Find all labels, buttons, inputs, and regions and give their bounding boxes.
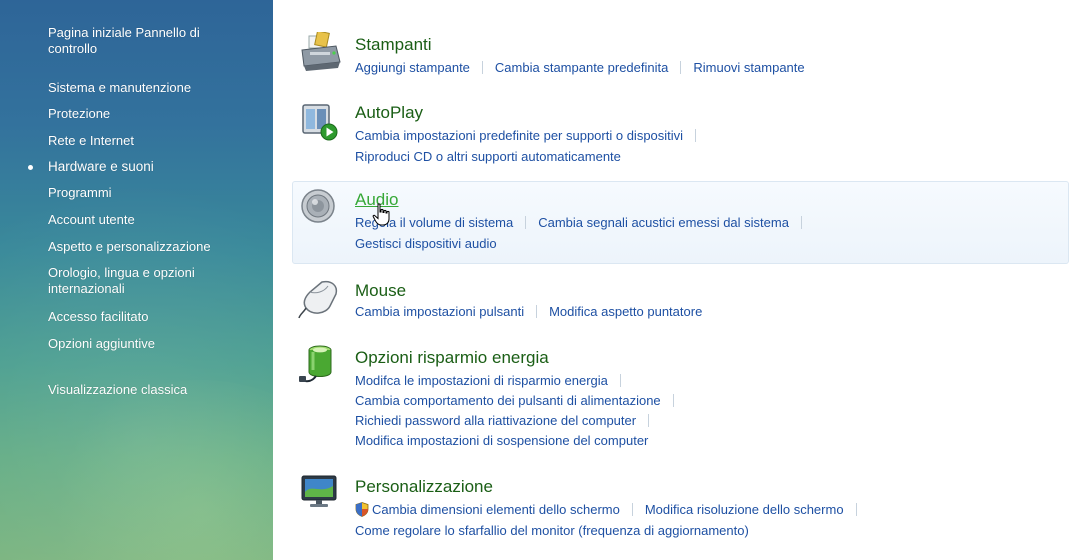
power-task-line-2: Cambia comportamento dei pulsanti di ali…	[355, 392, 686, 409]
manage-audio-devices-link[interactable]: Gestisci dispositivi audio	[355, 236, 497, 251]
change-system-sounds-link[interactable]: Cambia segnali acustici emessi dal siste…	[538, 215, 789, 230]
separator	[619, 374, 621, 387]
sidebar-item-network-internet[interactable]: Rete e Internet	[48, 133, 248, 149]
sidebar-item-hardware-sound[interactable]: Hardware e suoni	[48, 159, 248, 175]
change-sleep-settings-link[interactable]: Modifica impostazioni di sospensione del…	[355, 433, 648, 448]
selected-bullet-icon	[28, 165, 33, 170]
play-cd-automatically-link[interactable]: Riproduci CD o altri supporti automatica…	[355, 149, 621, 164]
remove-printer-link[interactable]: Rimuovi stampante	[693, 60, 804, 75]
personalization-title[interactable]: Personalizzazione	[355, 477, 493, 497]
power-task-line-3: Richiedi password alla riattivazione del…	[355, 412, 661, 429]
sidebar-item-programs[interactable]: Programmi	[48, 185, 248, 201]
printer-icon[interactable]	[298, 30, 342, 76]
sidebar-item-system-maintenance[interactable]: Sistema e manutenzione	[48, 80, 248, 96]
autoplay-title[interactable]: AutoPlay	[355, 103, 423, 123]
audio-task-line-2: Gestisci dispositivi audio	[355, 235, 497, 252]
separator	[695, 129, 697, 142]
sidebar-item-appearance[interactable]: Aspetto e personalizzazione	[48, 239, 248, 255]
sidebar-item-additional-options[interactable]: Opzioni aggiuntive	[48, 336, 248, 352]
change-power-buttons-link[interactable]: Cambia comportamento dei pulsanti di ali…	[355, 393, 661, 408]
audio-task-line-1: Regola il volume di sistema Cambia segnal…	[355, 214, 814, 231]
mouse-icon[interactable]	[298, 276, 342, 320]
change-autoplay-defaults-link[interactable]: Cambia impostazioni predefinite per supp…	[355, 128, 683, 143]
sidebar-item-control-panel-home[interactable]: Pagina iniziale Pannello di controllo	[48, 25, 248, 57]
change-screen-element-size-link[interactable]: Cambia dimensioni elementi dello schermo	[372, 502, 620, 517]
battery-icon[interactable]	[298, 342, 342, 386]
separator	[536, 305, 538, 318]
control-panel-sidebar: Pagina iniziale Pannello di controllo Si…	[0, 0, 273, 560]
mouse-title[interactable]: Mouse	[355, 281, 406, 301]
change-default-printer-link[interactable]: Cambia stampante predefinita	[495, 60, 668, 75]
speaker-icon[interactable]	[298, 186, 342, 230]
autoplay-task-line-1: Cambia impostazioni predefinite per supp…	[355, 127, 708, 144]
separator	[631, 503, 633, 516]
personalization-task-line-2: Come regolare lo sfarfallio del monitor …	[355, 522, 749, 539]
uac-shield-icon	[355, 502, 369, 521]
hand-cursor-icon	[372, 203, 392, 232]
separator	[800, 216, 802, 229]
mouse-task-line: Cambia impostazioni pulsanti Modifica asp…	[355, 303, 702, 320]
sidebar-item-ease-of-access[interactable]: Accesso facilitato	[48, 309, 248, 325]
printers-task-line: Aggiungi stampante Cambia stampante prede…	[355, 59, 805, 76]
change-button-settings-link[interactable]: Cambia impostazioni pulsanti	[355, 304, 524, 319]
separator	[855, 503, 857, 516]
separator	[672, 394, 674, 407]
require-password-on-wake-link[interactable]: Richiedi password alla riattivazione del…	[355, 413, 636, 428]
sidebar-item-security[interactable]: Protezione	[48, 106, 248, 122]
separator	[680, 61, 682, 74]
power-options-title[interactable]: Opzioni risparmio energia	[355, 348, 549, 368]
power-task-line-1: Modifca le impostazioni di risparmio ene…	[355, 372, 633, 389]
change-power-settings-link[interactable]: Modifca le impostazioni di risparmio ene…	[355, 373, 608, 388]
display-icon[interactable]	[298, 470, 342, 514]
sidebar-item-classic-view[interactable]: Visualizzazione classica	[48, 382, 248, 398]
add-printer-link[interactable]: Aggiungi stampante	[355, 60, 470, 75]
change-screen-resolution-link[interactable]: Modifica risoluzione dello schermo	[645, 502, 844, 517]
autoplay-icon[interactable]	[298, 100, 342, 144]
power-task-line-4: Modifica impostazioni di sospensione del…	[355, 432, 648, 449]
sidebar-item-clock-language[interactable]: Orologio, lingua e opzioni internazional…	[48, 265, 248, 297]
printers-title[interactable]: Stampanti	[355, 35, 432, 55]
separator	[481, 61, 483, 74]
personalization-task-line-1: Cambia dimensioni elementi dello schermo…	[355, 501, 869, 521]
separator	[648, 414, 650, 427]
sidebar-item-user-accounts[interactable]: Account utente	[48, 212, 248, 228]
change-pointer-appearance-link[interactable]: Modifica aspetto puntatore	[549, 304, 702, 319]
autoplay-task-line-2: Riproduci CD o altri supporti automatica…	[355, 148, 621, 165]
separator	[525, 216, 527, 229]
monitor-flicker-link[interactable]: Come regolare lo sfarfallio del monitor …	[355, 523, 749, 538]
